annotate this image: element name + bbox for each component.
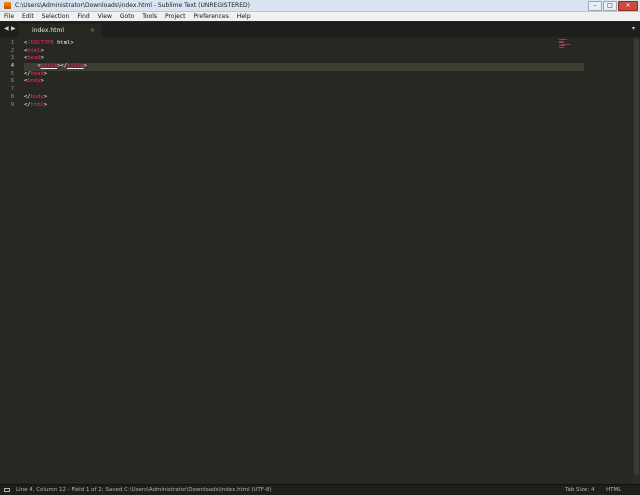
panel-toggle-icon[interactable] [4,488,10,492]
code-line-active: <title></title> [24,63,584,71]
code-line: <!DOCTYPE html> [24,40,74,46]
tab-index-html[interactable]: index.html × [18,24,102,37]
close-button[interactable]: ✕ [618,1,638,11]
tab-size-indicator[interactable]: Tab Size: 4 [565,487,594,493]
code-line: </body> [24,93,48,100]
tab-menu-icon[interactable]: ▾ [632,25,635,32]
line-number: 7 [10,86,14,93]
tab-close-icon[interactable]: × [90,27,95,34]
menu-preferences[interactable]: Preferences [190,13,233,20]
line-number: 2 [10,47,14,54]
tab-prev-arrow-icon[interactable]: ◀ [4,25,9,32]
menu-bar: File Edit Selection Find View Goto Tools… [0,12,640,21]
menu-edit[interactable]: Edit [18,13,38,20]
minimap-line [559,46,564,48]
line-number: 3 [10,55,14,62]
code-line: <html> [24,47,44,54]
line-number-gutter: 1 2 3 4 5 6 7 8 9 [0,40,18,109]
menu-goto[interactable]: Goto [116,13,138,20]
window-controls: – □ ✕ [588,1,638,11]
minimap[interactable] [559,39,571,51]
title-bar: C:\Users\Administrator\Downloads\index.h… [0,0,640,12]
sublime-app-icon [4,2,11,9]
code-line: </head> [24,70,48,77]
line-number: 9 [10,101,14,108]
editor-area[interactable]: 1 2 3 4 5 6 7 8 9 <!DOCTYPE html> <html>… [0,37,640,484]
tab-next-arrow-icon[interactable]: ▶ [11,25,16,32]
menu-selection[interactable]: Selection [38,13,74,20]
line-number: 6 [10,78,14,85]
line-number: 1 [10,40,14,46]
menu-find[interactable]: Find [73,13,93,20]
line-number: 8 [10,93,14,100]
window-title: C:\Users\Administrator\Downloads\index.h… [15,2,250,9]
menu-file[interactable]: File [0,13,18,20]
status-message: Line 4, Column 12 - Field 1 of 2; Saved … [16,487,272,493]
code-line: <body> [24,78,44,85]
vertical-scrollbar[interactable] [633,37,640,484]
tab-label: index.html [32,27,64,34]
menu-project[interactable]: Project [161,13,190,20]
tab-strip: ◀ ▶ index.html × ▾ [0,22,640,37]
maximize-button[interactable]: □ [603,1,617,11]
code-content[interactable]: <!DOCTYPE html> <html> <head> <title></t… [24,40,584,109]
status-bar: Line 4, Column 12 - Field 1 of 2; Saved … [0,484,640,495]
menu-tools[interactable]: Tools [138,13,161,20]
syntax-indicator[interactable]: HTML [606,487,621,493]
minimize-button[interactable]: – [588,1,602,11]
line-number: 5 [10,70,14,77]
scrollbar-thumb[interactable] [634,39,639,475]
menu-help[interactable]: Help [233,13,255,20]
menu-view[interactable]: View [94,13,116,20]
code-line: </html> [24,101,48,108]
line-number: 4 [10,63,14,70]
code-line: <head> [24,55,44,62]
